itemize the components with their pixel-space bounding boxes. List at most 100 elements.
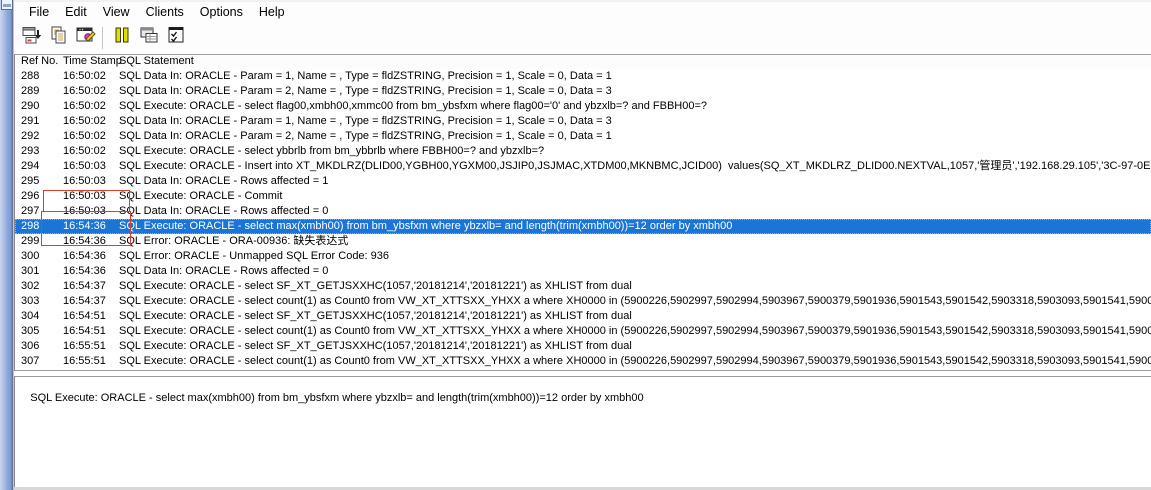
ref-no-cell: 296 xyxy=(21,190,40,202)
sql-cell: SQL Data In: ORACLE - Param = 2, Name = … xyxy=(119,130,612,142)
header-time-stamp[interactable]: Time Stamp xyxy=(63,55,122,68)
menu-edit[interactable]: Edit xyxy=(57,4,95,20)
sql-cell: SQL Execute: ORACLE - select count(1) as… xyxy=(119,325,1151,337)
table-row[interactable]: 288 16:50:02 SQL Data In: ORACLE - Param… xyxy=(15,69,1151,84)
pause-button[interactable] xyxy=(108,25,135,51)
table-row[interactable]: 304 16:54:51 SQL Execute: ORACLE - selec… xyxy=(15,309,1151,324)
options-checklist-icon xyxy=(166,25,186,50)
table-row[interactable]: 294 16:50:03 SQL Execute: ORACLE - Inser… xyxy=(15,159,1151,174)
table-row[interactable]: 296 16:50:03 SQL Execute: ORACLE - Commi… xyxy=(15,189,1151,204)
table-row[interactable]: 303 16:54:37 SQL Execute: ORACLE - selec… xyxy=(15,294,1151,309)
sql-monitor-window: File Edit View Clients Options Help Ref … xyxy=(0,0,1151,490)
sql-cell: SQL Data In: ORACLE - Rows affected = 0 xyxy=(119,205,329,217)
timestamp-cell: 16:50:03 xyxy=(63,175,106,187)
table-row[interactable]: 299 16:54:36 SQL Error: ORACLE - ORA-009… xyxy=(15,234,1151,249)
sql-cell: SQL Data In: ORACLE - Param = 2, Name = … xyxy=(119,85,612,97)
timestamp-cell: 16:54:36 xyxy=(63,235,106,247)
menu-clients[interactable]: Clients xyxy=(138,4,192,20)
window-left-border xyxy=(0,0,14,490)
sql-cell: SQL Data In: ORACLE - Rows affected = 1 xyxy=(119,175,329,187)
table-row[interactable]: 305 16:54:51 SQL Execute: ORACLE - selec… xyxy=(15,324,1151,339)
sql-cell: SQL Execute: ORACLE - Insert into XT_MKD… xyxy=(119,160,1151,172)
table-row[interactable]: 307 16:55:51 SQL Execute: ORACLE - selec… xyxy=(15,354,1151,369)
save-log-button[interactable] xyxy=(18,25,45,51)
ref-no-cell: 295 xyxy=(21,175,40,187)
table-row[interactable]: 295 16:50:03 SQL Data In: ORACLE - Rows … xyxy=(15,174,1151,189)
menu-view[interactable]: View xyxy=(95,4,138,20)
copy-icon xyxy=(49,25,69,50)
timestamp-cell: 16:54:36 xyxy=(63,250,106,262)
table-row[interactable]: 293 16:50:02 SQL Execute: ORACLE - selec… xyxy=(15,144,1151,159)
edit-filter-button[interactable] xyxy=(72,25,99,51)
ref-no-cell: 294 xyxy=(21,160,40,172)
table-row[interactable]: 301 16:54:36 SQL Data In: ORACLE - Rows … xyxy=(15,264,1151,279)
ref-no-cell: 290 xyxy=(21,100,40,112)
ref-no-cell: 306 xyxy=(21,340,40,352)
options-checklist-button[interactable] xyxy=(162,25,189,51)
timestamp-cell: 16:54:37 xyxy=(63,280,106,292)
table-row[interactable]: 306 16:55:51 SQL Execute: ORACLE - selec… xyxy=(15,339,1151,354)
table-row[interactable]: 291 16:50:02 SQL Data In: ORACLE - Param… xyxy=(15,114,1151,129)
ref-no-cell: 299 xyxy=(21,235,40,247)
save-log-icon xyxy=(22,25,42,50)
sql-cell: SQL Execute: ORACLE - select SF_XT_GETJS… xyxy=(119,310,632,322)
menu-bar: File Edit View Clients Options Help xyxy=(14,2,1151,21)
list-header: Ref No. Time Stamp SQL Statement xyxy=(15,55,1151,69)
ref-no-cell: 293 xyxy=(21,145,40,157)
sql-cell: SQL Data In: ORACLE - Param = 1, Name = … xyxy=(119,70,612,82)
edit-filter-icon xyxy=(76,25,96,50)
timestamp-cell: 16:50:02 xyxy=(63,70,106,82)
timestamp-cell: 16:50:03 xyxy=(63,205,106,217)
ref-no-cell: 291 xyxy=(21,115,40,127)
ref-no-cell: 300 xyxy=(21,250,40,262)
header-ref-no[interactable]: Ref No. xyxy=(21,55,58,68)
sql-cell: SQL Execute: ORACLE - select SF_XT_GETJS… xyxy=(119,280,632,292)
ref-no-cell: 297 xyxy=(21,205,40,217)
table-row[interactable]: 289 16:50:02 SQL Data In: ORACLE - Param… xyxy=(15,84,1151,99)
timestamp-cell: 16:50:02 xyxy=(63,85,106,97)
table-row[interactable]: 298 16:54:36 SQL Execute: ORACLE - selec… xyxy=(15,219,1151,234)
timestamp-cell: 16:54:36 xyxy=(63,265,106,277)
timestamp-cell: 16:50:02 xyxy=(63,100,106,112)
toolbar-separator xyxy=(102,26,103,49)
sql-log-list: Ref No. Time Stamp SQL Statement 288 16:… xyxy=(14,54,1151,371)
timestamp-cell: 16:54:37 xyxy=(63,295,106,307)
table-row[interactable]: 297 16:50:03 SQL Data In: ORACLE - Rows … xyxy=(15,204,1151,219)
ref-no-cell: 305 xyxy=(21,325,40,337)
sql-cell: SQL Execute: ORACLE - Commit xyxy=(119,190,283,202)
timestamp-cell: 16:50:02 xyxy=(63,130,106,142)
sql-cell: SQL Error: ORACLE - Unmapped SQL Error C… xyxy=(119,250,390,262)
timestamp-cell: 16:50:03 xyxy=(63,190,106,202)
sql-detail-pane[interactable]: SQL Execute: ORACLE - select max(xmbh00)… xyxy=(14,376,1151,487)
sql-cell: SQL Execute: ORACLE - select SF_XT_GETJS… xyxy=(119,340,632,352)
menu-file[interactable]: File xyxy=(21,4,57,20)
timestamp-cell: 16:55:51 xyxy=(63,340,106,352)
ref-no-cell: 307 xyxy=(21,355,40,367)
sql-cell: SQL Execute: ORACLE - select flag00,xmbh… xyxy=(119,100,707,112)
ref-no-cell: 289 xyxy=(21,85,40,97)
timestamp-cell: 16:50:02 xyxy=(63,145,106,157)
timestamp-cell: 16:54:51 xyxy=(63,325,106,337)
menu-help[interactable]: Help xyxy=(251,4,293,20)
sql-cell: SQL Data In: ORACLE - Rows affected = 0 xyxy=(119,265,329,277)
header-sql-statement[interactable]: SQL Statement xyxy=(119,55,194,68)
window-corner-icon xyxy=(1,0,13,10)
toolbar xyxy=(14,21,1151,54)
timestamp-cell: 16:50:03 xyxy=(63,160,106,172)
sql-detail-text: SQL Execute: ORACLE - select max(xmbh00)… xyxy=(30,392,644,404)
timestamp-cell: 16:54:51 xyxy=(63,310,106,322)
table-row[interactable]: 290 16:50:02 SQL Execute: ORACLE - selec… xyxy=(15,99,1151,114)
cascade-windows-button[interactable] xyxy=(135,25,162,51)
table-row[interactable]: 302 16:54:37 SQL Execute: ORACLE - selec… xyxy=(15,279,1151,294)
table-row[interactable]: 300 16:54:36 SQL Error: ORACLE - Unmappe… xyxy=(15,249,1151,264)
copy-button[interactable] xyxy=(45,25,72,51)
table-row[interactable]: 292 16:50:02 SQL Data In: ORACLE - Param… xyxy=(15,129,1151,144)
menu-options[interactable]: Options xyxy=(192,4,251,20)
ref-no-cell: 292 xyxy=(21,130,40,142)
ref-no-cell: 288 xyxy=(21,70,40,82)
ref-no-cell: 304 xyxy=(21,310,40,322)
timestamp-cell: 16:54:36 xyxy=(63,220,106,232)
ref-no-cell: 301 xyxy=(21,265,40,277)
sql-cell: SQL Error: ORACLE - ORA-00936: 缺失表达式 xyxy=(119,235,349,247)
sql-cell: SQL Execute: ORACLE - select count(1) as… xyxy=(119,355,1151,367)
